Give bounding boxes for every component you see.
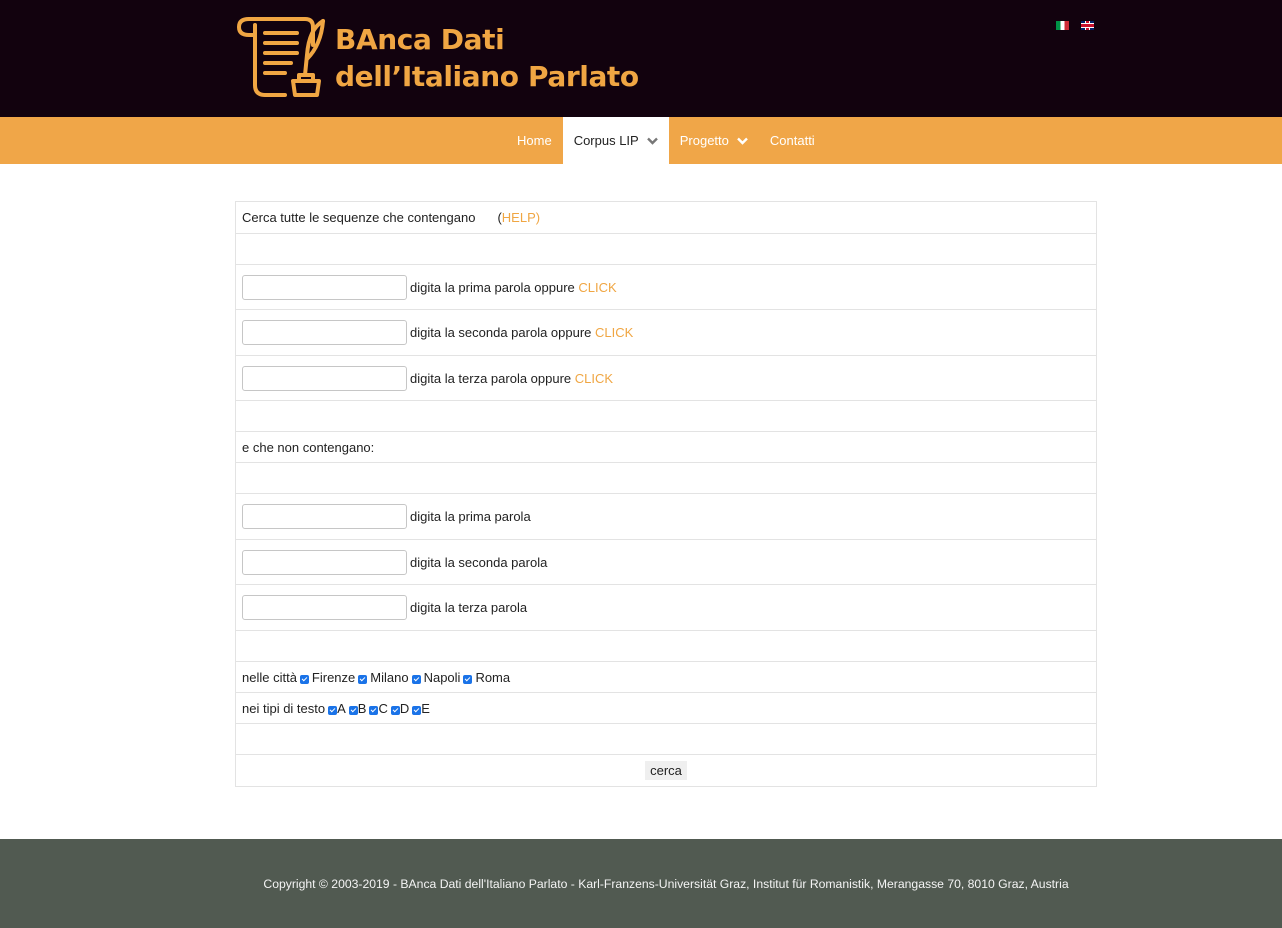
nav-item-home[interactable]: Home: [506, 117, 563, 164]
chevron-down-icon: [646, 137, 658, 145]
spacer-row: [236, 630, 1096, 661]
city-roma-checkbox[interactable]: [463, 674, 473, 684]
copyright-text: Copyright © 2003-2019 - BAnca Dati dell'…: [263, 877, 1069, 891]
search-button[interactable]: cerca: [645, 761, 687, 780]
type-e-checkbox[interactable]: [412, 705, 422, 715]
exclude-row-1: digita la prima parola: [236, 493, 1096, 539]
logo-line-1: BAnca Dati: [335, 23, 505, 56]
include-word-3-label: digita la terza parola oppure: [410, 370, 572, 386]
nav-item-label: Home: [517, 133, 552, 148]
type-label: E: [421, 700, 430, 716]
exclude-row-3: digita la terza parola: [236, 584, 1096, 630]
scroll-quill-icon: [237, 17, 325, 97]
exclude-word-1-label: digita la prima parola: [410, 509, 531, 524]
nav-list: Home Corpus LIP Progetto Contatti: [506, 117, 826, 164]
city-label: Firenze: [311, 669, 356, 685]
include-word-1-click-link[interactable]: CLICK: [578, 280, 616, 295]
exclude-word-2-label: digita la seconda parola: [410, 554, 548, 570]
type-c-checkbox[interactable]: [369, 705, 379, 715]
exclude-row-2: digita la seconda parola: [236, 539, 1096, 584]
spacer-row: [236, 400, 1096, 431]
cities-label: nelle città: [242, 669, 297, 685]
spacer-row: [236, 723, 1096, 754]
english-flag-icon[interactable]: [1081, 21, 1094, 30]
city-label: Milano: [370, 669, 409, 685]
language-switcher: [1056, 21, 1094, 30]
italian-flag-icon[interactable]: [1056, 21, 1069, 30]
include-row-3: digita la terza parola oppure CLICK: [236, 355, 1096, 400]
exclude-title-row: e che non contengano:: [236, 431, 1096, 462]
city-milano-checkbox[interactable]: [358, 674, 368, 684]
type-label: C: [378, 700, 388, 716]
nav-item-label: Contatti: [769, 133, 815, 148]
type-label: B: [357, 700, 367, 716]
intro-row: Cerca tutte le sequenze che contengano (…: [236, 202, 1096, 233]
type-label: A: [337, 700, 346, 716]
cities-row: nelle città Firenze Milano Napoli Roma: [236, 661, 1096, 692]
city-label: Roma: [475, 669, 511, 685]
type-a-checkbox[interactable]: [328, 705, 338, 715]
city-napoli-checkbox[interactable]: [411, 674, 421, 684]
city-firenze-checkbox[interactable]: [299, 674, 309, 684]
exclude-word-3-input[interactable]: [242, 595, 407, 620]
submit-row: cerca: [236, 754, 1096, 786]
intro-text: Cerca tutte le sequenze che contengano: [242, 210, 476, 225]
search-form: Cerca tutte le sequenze che contengano (…: [235, 201, 1097, 787]
include-word-3-input[interactable]: [242, 365, 407, 391]
exclude-word-1-input[interactable]: [242, 504, 407, 529]
include-word-2-label: digita la seconda parola oppure: [410, 325, 592, 340]
nav-item-corpus-lip[interactable]: Corpus LIP: [562, 117, 669, 164]
spacer-row: [236, 233, 1096, 264]
include-row-2: digita la seconda parola oppure CLICK: [236, 309, 1096, 355]
text-types-row: nei tipi di testo A B C D E: [236, 692, 1096, 723]
exclude-title: e che non contengano:: [242, 439, 375, 455]
chevron-down-icon: [737, 137, 748, 145]
include-word-1-label: digita la prima parola oppure: [410, 279, 575, 295]
nav-item-contatti[interactable]: Contatti: [759, 117, 826, 164]
include-word-1-input[interactable]: [242, 274, 407, 300]
exclude-word-2-input[interactable]: [242, 549, 407, 575]
logo-text: BAnca Dati dell’Italiano Parlato: [335, 21, 639, 95]
include-row-1: digita la prima parola oppure CLICK: [236, 264, 1096, 309]
type-d-checkbox[interactable]: [390, 705, 400, 715]
type-b-checkbox[interactable]: [348, 705, 358, 715]
include-word-2-input[interactable]: [242, 320, 407, 345]
main-nav: Home Corpus LIP Progetto Contatti: [0, 117, 1282, 164]
site-header: BAnca Dati dell’Italiano Parlato: [0, 0, 1282, 117]
spacer-row: [236, 462, 1096, 493]
site-logo[interactable]: BAnca Dati dell’Italiano Parlato: [235, 15, 639, 101]
include-word-3-click-link[interactable]: CLICK: [575, 371, 613, 386]
logo-line-2: dell’Italiano Parlato: [335, 60, 639, 93]
exclude-word-3-label: digita la terza parola: [410, 600, 528, 615]
nav-item-label: Corpus LIP: [573, 133, 639, 148]
city-label: Napoli: [423, 669, 461, 685]
site-footer: Copyright © 2003-2019 - BAnca Dati dell'…: [0, 839, 1282, 928]
help-link[interactable]: HELP): [502, 210, 540, 225]
include-word-2-click-link[interactable]: CLICK: [595, 325, 633, 340]
type-label: D: [399, 700, 410, 716]
text-types-label: nei tipi di testo: [242, 700, 326, 716]
nav-item-progetto[interactable]: Progetto: [669, 117, 759, 164]
nav-item-label: Progetto: [679, 133, 729, 148]
